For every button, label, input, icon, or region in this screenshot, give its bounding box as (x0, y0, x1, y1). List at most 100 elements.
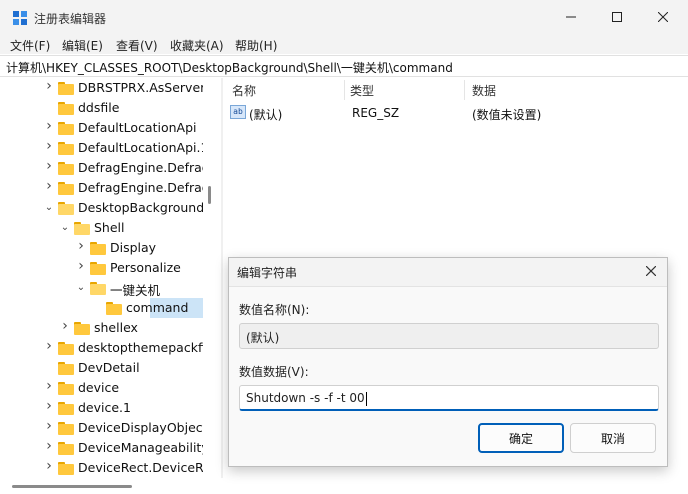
tree-item[interactable]: › DefragEngine.Defrag (0, 178, 216, 198)
tree-item[interactable]: › DefragEngine.Defrag (0, 158, 216, 178)
tree-item-label: DefaultLocationApi.1 (78, 140, 209, 155)
folder-icon (58, 122, 74, 135)
tree-horizontal-scrollbar[interactable] (0, 478, 216, 494)
folder-icon (74, 222, 90, 235)
ok-button[interactable]: 确定 (478, 423, 564, 453)
folder-icon (106, 302, 122, 315)
chevron-right-icon[interactable]: › (44, 419, 54, 433)
column-divider[interactable] (344, 80, 345, 100)
tree-item[interactable]: DevDetail (0, 358, 216, 378)
column-header-name[interactable]: 名称 (232, 82, 256, 99)
tree-item[interactable]: command (0, 298, 216, 318)
tree-item-label: DeviceManageability (78, 440, 209, 455)
chevron-down-icon[interactable]: ⌄ (60, 223, 70, 233)
tree-item[interactable]: ⌄ 一键关机 (0, 278, 216, 298)
chevron-right-icon[interactable]: › (44, 79, 54, 93)
folder-icon (90, 242, 106, 255)
tree-vertical-scrollbar[interactable] (203, 78, 216, 478)
cancel-button[interactable]: 取消 (570, 423, 656, 453)
tree-item[interactable]: › shellex (0, 318, 216, 338)
folder-icon (90, 282, 106, 295)
tree-item[interactable]: › Display (0, 238, 216, 258)
folder-icon (58, 422, 74, 435)
menu-bar: 文件(F) 编辑(E) 查看(V) 收藏夹(A) 帮助(H) (0, 34, 688, 54)
chevron-right-icon[interactable]: › (44, 139, 54, 153)
tree-item[interactable]: › DeviceDisplayObject (0, 418, 216, 438)
minimize-button[interactable] (548, 0, 594, 34)
tree-item[interactable]: › DeviceManageability (0, 438, 216, 458)
chevron-right-icon[interactable]: › (44, 439, 54, 453)
tree-item[interactable]: › DefaultLocationApi.1 (0, 138, 216, 158)
value-data-label: 数值数据(V): (239, 365, 309, 379)
folder-icon (58, 462, 74, 475)
value-data-input[interactable]: Shutdown -s -f -t 00 (239, 385, 659, 411)
tree-item[interactable]: › Personalize (0, 258, 216, 278)
scrollbar-thumb[interactable] (208, 186, 211, 204)
chevron-right-icon[interactable]: › (60, 319, 70, 333)
chevron-right-icon[interactable]: › (44, 159, 54, 173)
menu-file[interactable]: 文件(F) (10, 37, 50, 54)
scrollbar-thumb[interactable] (12, 485, 132, 488)
edit-string-dialog: 编辑字符串 数值名称(N): (默认) 数值数据(V): Shutdown -s… (228, 257, 668, 467)
tree-item-label: Display (110, 240, 157, 255)
folder-icon (58, 342, 74, 355)
chevron-right-icon[interactable]: › (44, 179, 54, 193)
tree-item-label: Personalize (110, 260, 181, 275)
menu-favorites[interactable]: 收藏夹(A) (170, 37, 224, 54)
pane-splitter[interactable] (221, 78, 223, 478)
regedit-icon (13, 11, 27, 25)
value-data-text: Shutdown -s -f -t 00 (246, 391, 365, 405)
dialog-close-button[interactable] (641, 262, 661, 280)
chevron-right-icon[interactable]: › (44, 399, 54, 413)
window-title: 注册表编辑器 (34, 12, 107, 26)
chevron-right-icon[interactable]: › (44, 339, 54, 353)
column-divider[interactable] (464, 80, 465, 100)
close-button[interactable] (640, 0, 686, 34)
tree-item[interactable]: › DBRSTPRX.AsServer.1 (0, 78, 216, 98)
tree-item-label: ddsfile (78, 100, 120, 115)
chevron-right-icon[interactable]: › (76, 239, 86, 253)
chevron-right-icon[interactable]: › (44, 379, 54, 393)
string-value-icon: ab (230, 105, 246, 119)
folder-icon (90, 262, 106, 275)
tree-item-label: DefaultLocationApi (78, 120, 197, 135)
tree-item-label: DefragEngine.Defrag (78, 180, 210, 195)
folder-icon (58, 182, 74, 195)
tree-item[interactable]: › desktopthemepackfil (0, 338, 216, 358)
menu-view[interactable]: 查看(V) (116, 37, 158, 54)
tree-item[interactable]: ⌄ DesktopBackground (0, 198, 216, 218)
tree-item[interactable]: ddsfile (0, 98, 216, 118)
menu-edit[interactable]: 编辑(E) (62, 37, 103, 54)
chevron-right-icon[interactable]: › (76, 259, 86, 273)
chevron-right-icon[interactable]: › (44, 119, 54, 133)
address-path: 计算机\HKEY_CLASSES_ROOT\DesktopBackground\… (6, 61, 453, 75)
tree-item-label: DefragEngine.Defrag (78, 160, 210, 175)
tree-item[interactable]: › device.1 (0, 398, 216, 418)
chevron-down-icon[interactable]: ⌄ (76, 283, 86, 293)
chevron-right-icon[interactable]: › (44, 459, 54, 473)
tree-item[interactable]: › device (0, 378, 216, 398)
value-data[interactable]: (数值未设置) (472, 106, 541, 123)
dialog-title: 编辑字符串 (237, 266, 298, 280)
tree-item-label: DevDetail (78, 360, 140, 375)
value-type[interactable]: REG_SZ (352, 106, 399, 120)
close-icon (646, 266, 656, 276)
folder-icon (58, 162, 74, 175)
chevron-down-icon[interactable]: ⌄ (44, 203, 54, 213)
address-bar[interactable]: 计算机\HKEY_CLASSES_ROOT\DesktopBackground\… (0, 55, 688, 77)
menu-help[interactable]: 帮助(H) (235, 37, 277, 54)
value-name[interactable]: (默认) (249, 106, 282, 123)
tree-item[interactable]: › DefaultLocationApi (0, 118, 216, 138)
tree-item-label: 一键关机 (110, 283, 161, 298)
column-header-data[interactable]: 数据 (472, 82, 496, 99)
column-header-type[interactable]: 类型 (350, 82, 374, 99)
tree-item[interactable]: ⌄ Shell (0, 218, 216, 238)
key-tree: › DBRSTPRX.AsServer.1 ddsfile › DefaultLocat… (0, 78, 216, 478)
value-name-text: (默认) (246, 331, 280, 345)
tree-item[interactable]: › DeviceRect.DeviceRec (0, 458, 216, 478)
tree-item-label: DBRSTPRX.AsServer.1 (78, 80, 216, 95)
tree-item-label: DeviceRect.DeviceRec (78, 460, 216, 475)
maximize-button[interactable] (594, 0, 640, 34)
text-caret (365, 391, 367, 406)
tree-item-label: desktopthemepackfil (78, 340, 210, 355)
